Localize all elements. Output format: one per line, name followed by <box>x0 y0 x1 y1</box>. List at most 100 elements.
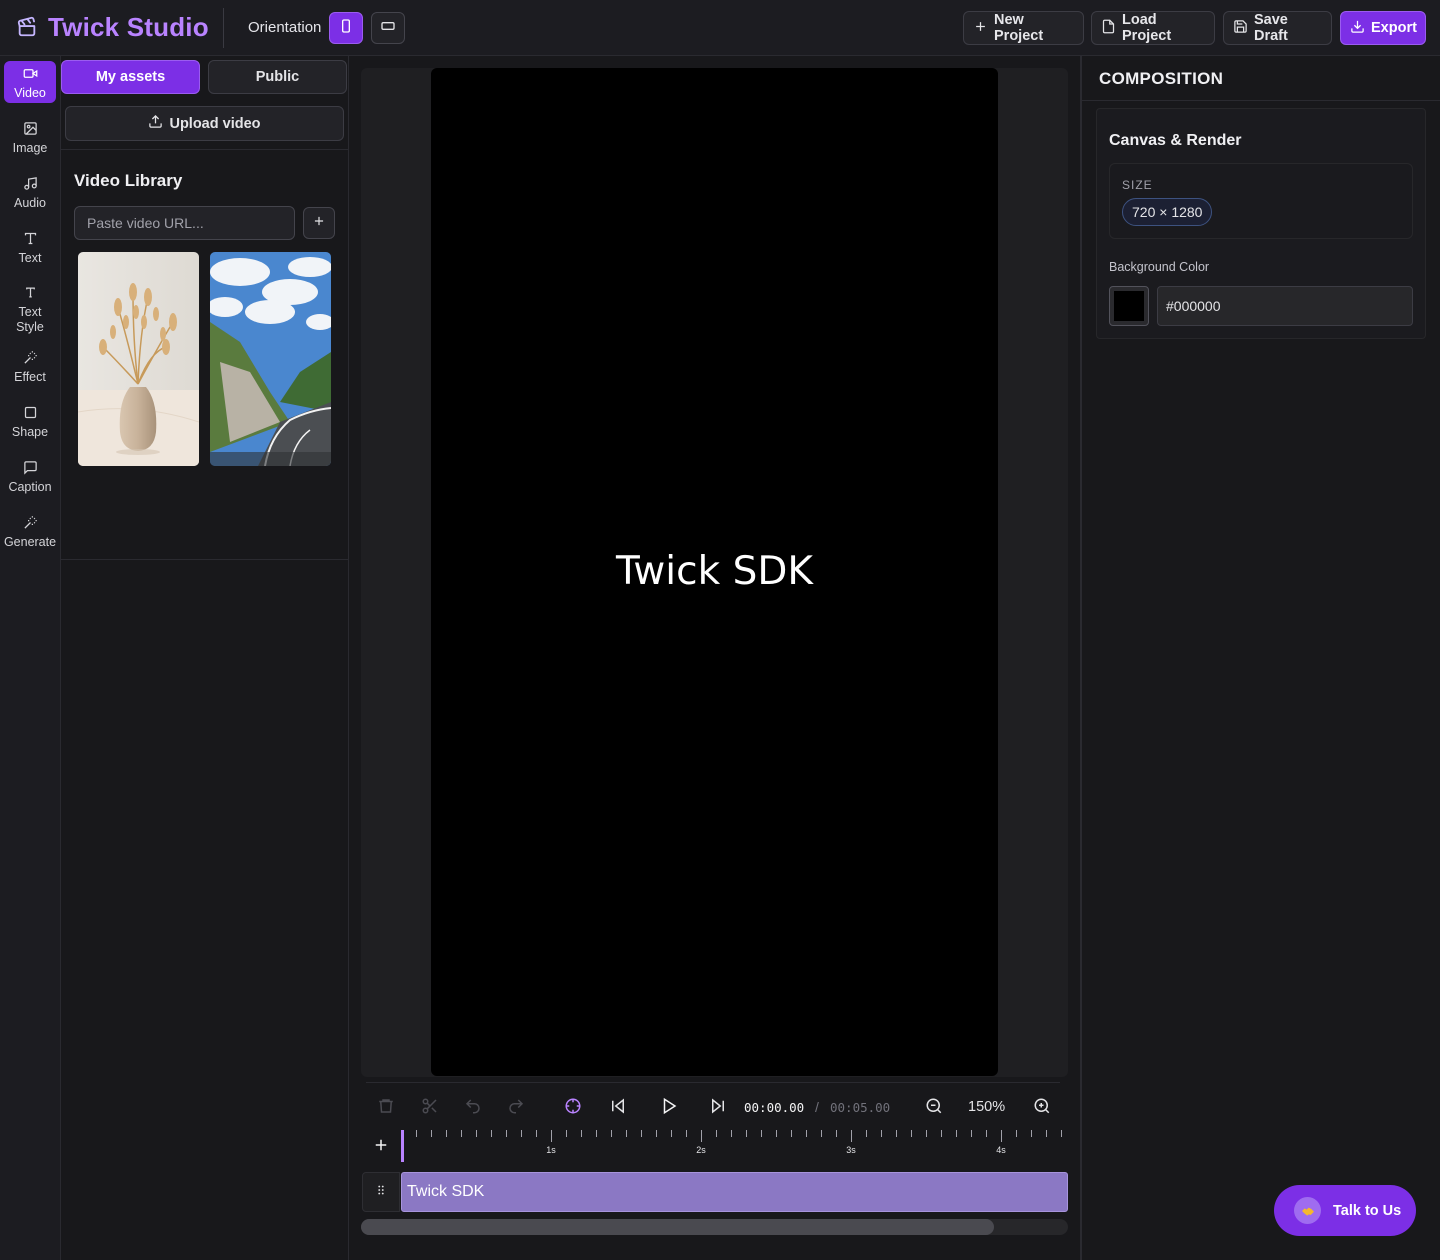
sidebar-item-generate[interactable]: Generate <box>4 515 56 550</box>
top-header: Twick Studio Orientation New Project Loa… <box>0 0 1440 56</box>
new-project-button[interactable]: New Project <box>963 11 1084 45</box>
export-label: Export <box>1371 20 1417 36</box>
sidebar-item-label: Shape <box>11 425 49 439</box>
timeline-ruler[interactable]: 1s 2s 3s 4s <box>401 1130 1068 1162</box>
sidebar-item-video[interactable]: Video <box>4 61 56 103</box>
upload-video-button[interactable]: Upload video <box>65 106 344 141</box>
playhead[interactable] <box>401 1130 404 1162</box>
trash-icon <box>377 1097 395 1120</box>
video-canvas[interactable]: Twick SDK <box>431 68 998 1076</box>
assets-panel: My assets Public Upload video Video Libr… <box>61 56 349 1260</box>
app-title: Twick Studio <box>48 12 209 42</box>
playback-toolbar: 00:00.00 / 00:05.00 150% <box>366 1082 1060 1132</box>
sidebar-item-label-line2: Style <box>16 320 44 334</box>
background-color-swatch[interactable] <box>1109 286 1149 326</box>
track-drag-handle[interactable] <box>362 1172 400 1212</box>
upload-video-label: Upload video <box>169 115 261 132</box>
tab-my-assets[interactable]: My assets <box>61 60 200 94</box>
add-url-button[interactable] <box>303 207 335 239</box>
sidebar-item-label: Generate <box>3 535 57 549</box>
zoom-level: 150% <box>968 1099 1006 1115</box>
sidebar-item-image[interactable]: Image <box>4 121 56 156</box>
image-icon <box>23 121 38 141</box>
background-color-label: Background Color <box>1109 260 1210 274</box>
music-note-icon <box>23 176 38 196</box>
landscape-icon <box>380 18 396 39</box>
swatch-fill <box>1114 291 1144 321</box>
sidebar-item-effect[interactable]: Effect <box>4 350 56 385</box>
video-url-input[interactable] <box>74 206 295 240</box>
handshake-icon <box>1294 1197 1321 1224</box>
tab-public[interactable]: Public <box>208 60 347 94</box>
save-draft-button[interactable]: Save Draft <box>1223 11 1332 45</box>
magic-wand-icon <box>23 350 38 370</box>
ruler-label: 1s <box>546 1145 556 1155</box>
skip-back-button[interactable] <box>608 1097 628 1118</box>
time-separator: / <box>815 1099 819 1115</box>
sidebar-item-text[interactable]: Text <box>4 231 56 266</box>
play-icon <box>660 1097 678 1120</box>
zoom-in-button[interactable] <box>1032 1098 1052 1118</box>
scrollbar-thumb[interactable] <box>361 1219 994 1235</box>
canvas-text-element[interactable]: Twick SDK <box>431 549 998 594</box>
redo-button[interactable] <box>506 1098 526 1118</box>
snap-target-button[interactable] <box>563 1098 583 1118</box>
undo-icon <box>464 1097 482 1120</box>
load-project-label: Load Project <box>1122 12 1172 44</box>
current-time: 00:00.00 <box>744 1100 805 1115</box>
video-library-title: Video Library <box>74 171 183 190</box>
message-square-icon <box>23 460 38 480</box>
split-button[interactable] <box>420 1098 440 1118</box>
sidebar-item-text-style[interactable]: Text Style <box>4 285 56 335</box>
sidebar-item-shape[interactable]: Shape <box>4 405 56 440</box>
file-icon <box>1101 19 1116 38</box>
square-icon <box>23 405 38 425</box>
landscape-orientation-button[interactable] <box>371 12 405 44</box>
portrait-icon <box>338 18 354 39</box>
undo-button[interactable] <box>463 1098 483 1118</box>
grip-icon <box>374 1183 388 1202</box>
tool-sidebar: Video Image Audio Text Text Style Effect… <box>0 56 61 1260</box>
video-thumbnail-mountain-road[interactable] <box>210 252 331 466</box>
portrait-orientation-button[interactable] <box>329 12 363 44</box>
panel-title: COMPOSITION <box>1099 69 1224 88</box>
export-button[interactable]: Export <box>1340 11 1426 45</box>
header-divider <box>223 8 224 48</box>
timeline-scrollbar[interactable] <box>361 1219 1068 1235</box>
canvas-render-card: Canvas & Render SIZE 720 × 1280 Backgrou… <box>1096 108 1426 339</box>
play-button[interactable] <box>656 1095 682 1121</box>
sidebar-item-label: Image <box>12 141 48 155</box>
assets-content: My assets Public Upload video Video Libr… <box>61 56 349 560</box>
load-project-button[interactable]: Load Project <box>1091 11 1215 45</box>
sidebar-item-caption[interactable]: Caption <box>4 460 56 495</box>
total-duration: 00:05.00 <box>830 1100 891 1115</box>
timeline-text-clip[interactable]: Twick SDK <box>401 1172 1068 1212</box>
scissors-icon <box>421 1097 439 1120</box>
save-icon <box>1233 19 1248 38</box>
save-draft-label: Save Draft <box>1254 12 1288 44</box>
background-color-input[interactable] <box>1157 286 1413 326</box>
redo-icon <box>507 1097 525 1120</box>
type-icon <box>23 231 38 251</box>
sidebar-item-label: Audio <box>14 196 46 210</box>
new-project-label: New Project <box>994 12 1044 44</box>
zoom-out-button[interactable] <box>924 1098 944 1118</box>
size-label: SIZE <box>1122 178 1153 192</box>
download-icon <box>1350 19 1365 38</box>
divider <box>61 149 349 150</box>
skip-forward-button[interactable] <box>708 1097 728 1118</box>
video-thumbnail-vase[interactable] <box>78 252 199 466</box>
add-track-button[interactable] <box>370 1136 392 1158</box>
ruler-ticks <box>401 1130 1062 1142</box>
plus-icon <box>372 1136 390 1159</box>
delete-button[interactable] <box>376 1098 396 1118</box>
sidebar-item-label: Video <box>14 86 46 100</box>
text-style-icon <box>23 285 38 305</box>
section-title: Canvas & Render <box>1109 132 1242 149</box>
upload-icon <box>148 114 163 133</box>
sidebar-item-audio[interactable]: Audio <box>4 176 56 211</box>
talk-to-us-button[interactable]: Talk to Us <box>1274 1185 1416 1236</box>
plus-icon <box>312 214 326 233</box>
clapperboard-icon <box>16 16 38 38</box>
sidebar-item-label: Text <box>18 305 42 319</box>
